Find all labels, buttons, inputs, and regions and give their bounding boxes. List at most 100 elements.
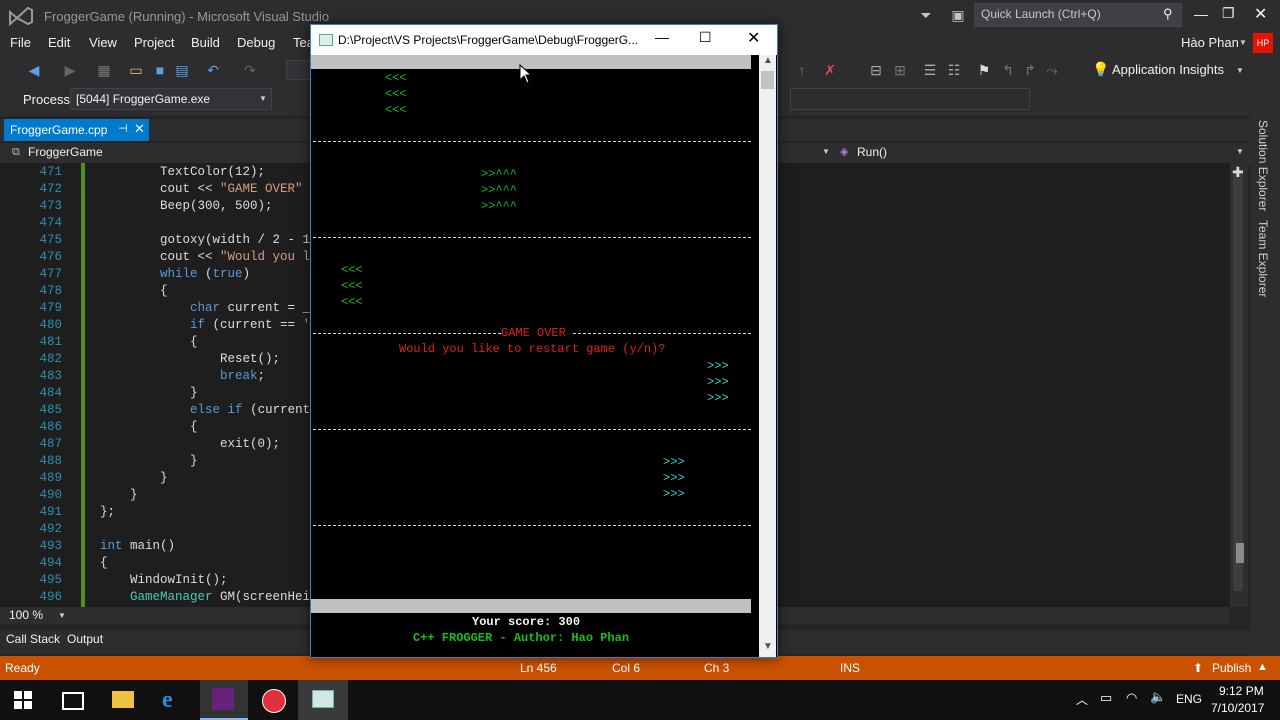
bookmark-icon[interactable]: ⚑ [976,62,992,78]
code-line[interactable]: { [100,556,108,570]
code-line[interactable]: break; [100,369,265,383]
publish-button[interactable]: Publish [1212,661,1251,675]
notifications-icon[interactable]: ▣ [950,7,966,23]
code-line[interactable]: Reset(); [100,352,280,366]
code-line[interactable]: WindowInit(); [100,573,228,587]
user-chevron-down-icon[interactable]: ▼ [1239,38,1247,47]
menu-edit[interactable]: Edit [48,35,70,50]
code-line[interactable]: { [100,420,198,434]
next-bookmark-icon[interactable]: ↱ [1022,62,1038,78]
user-name[interactable]: Hào Phan [1181,35,1239,50]
editor-vertical-scrollbar[interactable] [1230,163,1248,607]
wifi-icon[interactable]: ◠ [1126,690,1137,706]
back-icon[interactable]: ◀ [26,62,42,78]
minimize-icon[interactable]: — [1194,6,1208,22]
comment-icon[interactable]: ☰ [922,62,938,78]
battery-icon[interactable]: ▭ [1100,690,1112,706]
zoom-level[interactable]: 100 % [9,608,43,622]
code-line[interactable]: exit(0); [100,437,280,451]
application-insights-icon[interactable]: 💡 [1092,61,1109,77]
tab-froggergame-cpp[interactable]: FroggerGame.cpp ⊣ ✕ [4,119,149,141]
code-line[interactable]: if (current == 'y [100,318,318,332]
code-line[interactable]: gotoxy(width / 2 - 18 [100,233,318,247]
scroll-up-icon[interactable]: ▲ [763,55,773,66]
open-file-icon[interactable]: ▭ [128,62,144,78]
code-line[interactable]: Beep(300, 500); [100,199,273,213]
code-line[interactable]: GameManager GM(screenHeig [100,590,318,604]
filter-icon[interactable]: ⏷ [918,7,934,23]
menu-debug[interactable]: Debug [237,35,275,50]
show-hidden-icons-chevron-up-icon[interactable]: ︿ [1076,691,1088,708]
edge-browser-icon[interactable]: e [162,687,173,714]
hex-display-icon[interactable]: ⊞ [892,62,908,78]
application-insights-label[interactable]: Application Insights [1112,62,1224,77]
avatar[interactable]: HP [1253,33,1273,53]
console-close-icon[interactable]: ✕ [747,28,760,48]
file-explorer-icon[interactable] [112,691,134,708]
zoom-chevron-down-icon[interactable]: ▼ [58,611,66,620]
console-minimize-icon[interactable]: — [655,29,669,45]
code-line[interactable]: int main() [100,539,175,553]
app-insights-chevron-down-icon[interactable]: ▼ [1236,66,1244,75]
team-explorer-tab[interactable]: Team Explorer [1256,220,1270,297]
publish-chevron-up-icon[interactable]: ▲ [1257,661,1268,673]
console-scrollbar[interactable]: ▲ ▼ [759,55,776,657]
publish-up-arrow-icon[interactable]: ⬆ [1193,661,1203,675]
pin-icon[interactable]: ⊣ [118,122,128,135]
volume-icon[interactable]: 🔈 [1150,689,1166,705]
scroll-down-icon[interactable]: ▼ [763,641,773,652]
code-line[interactable]: } [100,488,138,502]
quick-launch-input[interactable]: Quick Launch (Ctrl+Q) ⚲ [974,3,1182,27]
split-editor-icon[interactable]: ✚ [1232,164,1244,181]
scope-chevron-down-icon[interactable]: ▼ [822,147,830,156]
scrollbar-thumb[interactable] [1236,543,1244,563]
stack-frame-dropdown[interactable] [790,88,1030,110]
scrollbar-track[interactable] [1233,171,1243,591]
code-line[interactable]: { [100,284,168,298]
solution-explorer-tab[interactable]: Solution Explorer [1256,120,1270,211]
redo-icon[interactable]: ↷ [242,62,258,78]
step-out-icon[interactable]: ↑ [794,62,810,78]
code-line[interactable]: else if (current [100,403,310,417]
new-project-icon[interactable]: ▦ [96,62,112,78]
console-title-bar[interactable]: D:\Project\VS Projects\FroggerGame\Debug… [311,25,777,55]
code-line[interactable]: cout << "Would you li [100,250,318,264]
code-line[interactable]: } [100,454,198,468]
save-icon[interactable]: ■ [152,62,168,78]
forward-icon[interactable]: ▶ [62,62,78,78]
code-line[interactable]: } [100,386,198,400]
prev-bookmark-icon[interactable]: ↰ [1000,62,1016,78]
visual-studio-taskbar-button[interactable] [200,680,248,720]
code-line[interactable]: cout << "GAME OVER" < [100,182,318,196]
restore-icon[interactable]: ❐ [1222,5,1235,22]
windows-start-icon[interactable] [14,691,32,709]
output-tab[interactable]: Output [67,632,103,646]
nav-member-dropdown[interactable]: Run() [857,145,887,159]
console-window[interactable]: D:\Project\VS Projects\FroggerGame\Debug… [310,24,778,658]
code-line[interactable]: } [100,471,168,485]
code-line[interactable]: TextColor(12); [100,165,265,179]
tab-close-icon[interactable]: ✕ [134,121,145,137]
task-view-icon[interactable] [62,692,84,710]
clock-date[interactable]: 7/10/2017 [1211,701,1264,715]
menu-file[interactable]: File [10,35,31,50]
process-dropdown[interactable]: [5044] FroggerGame.exe ▼ [70,88,272,110]
console-maximize-icon[interactable]: ☐ [699,29,712,46]
menu-view[interactable]: View [89,35,117,50]
breakpoint-icon[interactable]: ✗ [822,62,838,78]
recorder-icon[interactable] [262,689,286,713]
close-icon[interactable]: ✕ [1254,4,1267,24]
clear-bookmarks-icon[interactable]: ⤳ [1044,62,1060,78]
undo-icon[interactable]: ↶ [205,62,221,78]
code-line[interactable]: char current = _g [100,301,318,315]
code-line[interactable]: }; [100,505,115,519]
console-scroll-thumb[interactable] [761,71,774,89]
clock-time[interactable]: 9:12 PM [1219,684,1264,698]
console-taskbar-button[interactable] [298,680,348,720]
input-language[interactable]: ENG [1176,692,1202,706]
save-all-icon[interactable]: ▤ [174,62,190,78]
nav-scope-dropdown[interactable]: FroggerGame [28,145,103,159]
call-stack-tab[interactable]: Call Stack [6,632,60,646]
member-chevron-down-icon[interactable]: ▼ [1236,147,1244,156]
menu-build[interactable]: Build [191,35,220,50]
